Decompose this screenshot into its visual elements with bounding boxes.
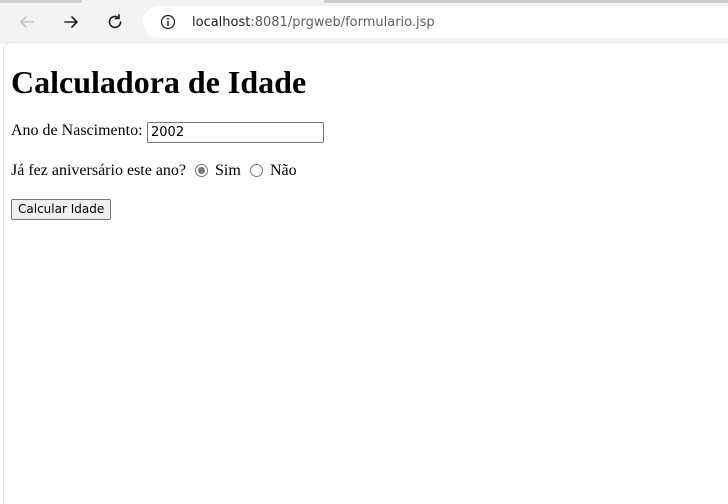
radio-yes[interactable] — [195, 164, 208, 177]
info-icon[interactable] — [160, 14, 176, 30]
birth-year-label: Ano de Nascimento: — [11, 122, 143, 140]
birth-year-label-text: Ano de Nascimento: — [11, 122, 143, 140]
browser-toolbar: localhost:8081/prgweb/formulario.jsp — [0, 0, 728, 44]
birth-year-input[interactable] — [147, 122, 324, 143]
arrow-right-icon — [64, 16, 78, 28]
arrow-left-icon — [20, 16, 34, 28]
tab-strip-divider — [0, 0, 82, 3]
url-text[interactable]: localhost:8081/prgweb/formulario.jsp — [192, 14, 435, 31]
page-title: Calculadora de Idade — [11, 64, 307, 100]
tab-strip-divider — [324, 0, 728, 3]
calculate-age-button[interactable]: Calcular Idade — [11, 199, 112, 220]
url-path: :8081/prgweb/formulario.jsp — [250, 15, 435, 30]
page-viewport — [3, 42, 728, 504]
radio-no-label[interactable]: Não — [270, 162, 297, 180]
url-host: localhost — [192, 15, 251, 30]
reload-icon — [108, 14, 122, 29]
forward-button[interactable] — [55, 6, 87, 38]
radio-yes-label[interactable]: Sim — [215, 162, 241, 180]
birthday-question: Já fez aniversário este ano? — [11, 162, 187, 179]
back-button[interactable] — [11, 6, 43, 38]
radio-no[interactable] — [250, 164, 263, 177]
reload-button[interactable] — [99, 6, 131, 38]
